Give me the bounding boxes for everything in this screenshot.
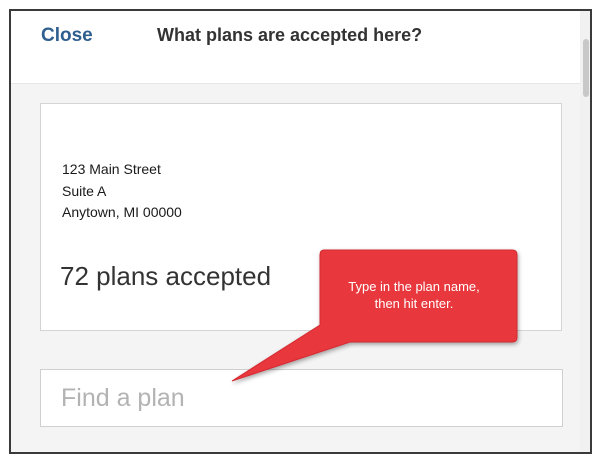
scrollbar[interactable] <box>580 11 590 452</box>
address-suite: Suite A <box>62 183 107 199</box>
dialog-header: Close What plans are accepted here? <box>11 11 590 84</box>
dialog-frame: Close What plans are accepted here? 123 … <box>9 9 592 454</box>
plans-accepted-count: 72 plans accepted <box>60 261 272 291</box>
close-button[interactable]: Close <box>41 25 93 47</box>
address-city: Anytown, MI 00000 <box>62 204 182 220</box>
dialog-title: What plans are accepted here? <box>157 25 423 45</box>
location-card: 123 Main Street Suite A Anytown, MI 0000… <box>40 103 562 331</box>
address-street: 123 Main Street <box>62 161 161 177</box>
find-plan-input[interactable] <box>40 369 563 427</box>
scrollbar-thumb[interactable] <box>583 39 589 97</box>
